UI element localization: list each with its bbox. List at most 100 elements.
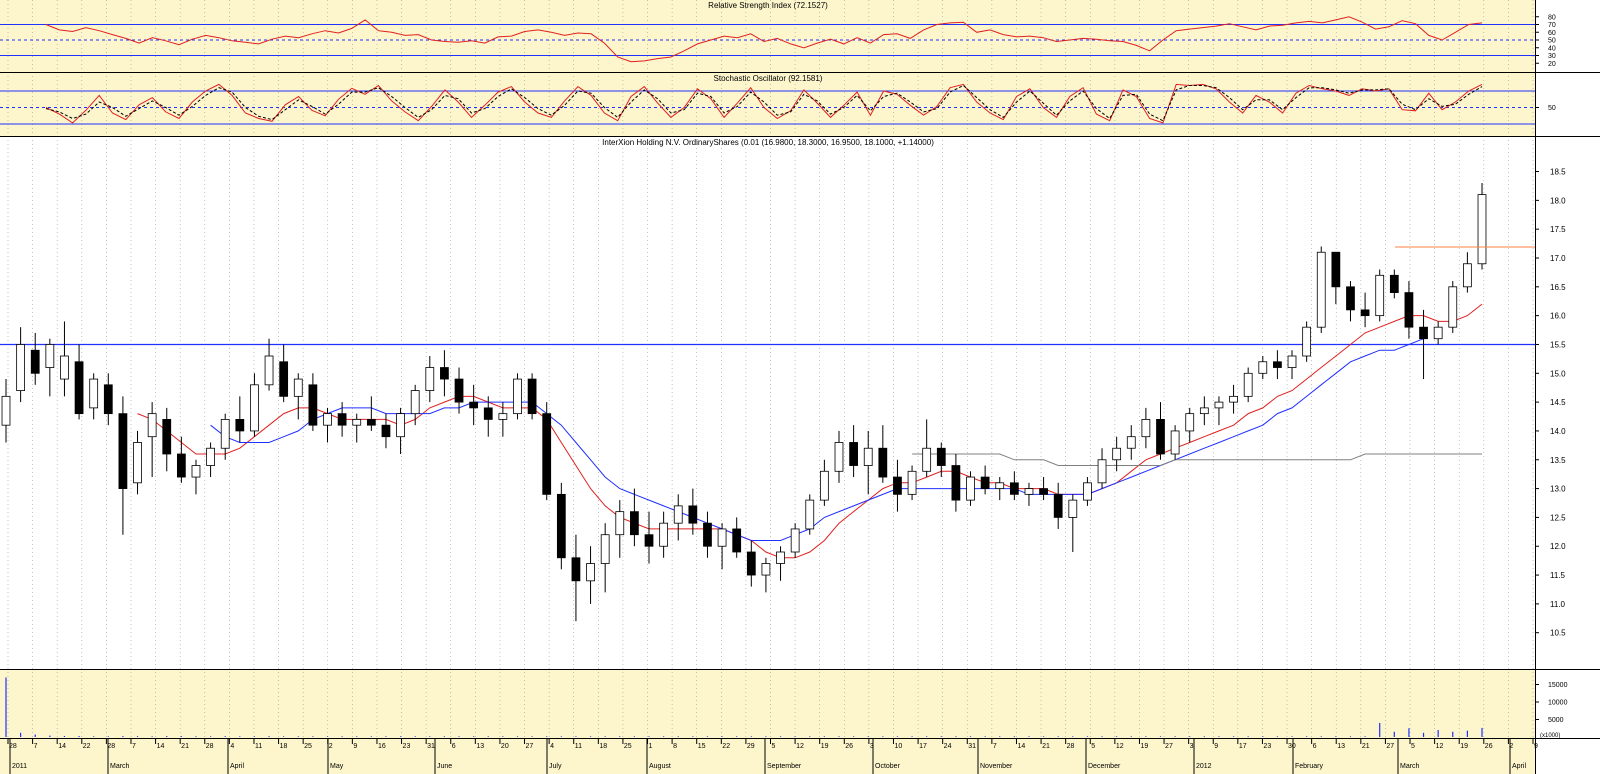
month-label: July: [549, 763, 562, 770]
date-tick-label: 13: [1337, 743, 1345, 750]
date-tick-label: 23: [1263, 743, 1271, 750]
date-tick-label: 19: [821, 743, 829, 750]
date-tick-label: 14: [1017, 743, 1025, 750]
price-axis-tick-label: 12.5: [1550, 513, 1566, 522]
price-axis-tick-label: 16.0: [1550, 312, 1566, 321]
price-title: InterXion Holding N.V. OrdinaryShares (0…: [602, 138, 934, 147]
candle: [513, 373, 522, 420]
price-axis-tick-label: 15.5: [1550, 340, 1566, 349]
rsi-axis-tick-label: 60: [1548, 30, 1556, 37]
price-axis-tick-label: 11.5: [1550, 571, 1566, 580]
date-tick-label: 23: [403, 743, 411, 750]
date-tick-label: 5: [1091, 743, 1095, 750]
date-tick-label: 18: [599, 743, 607, 750]
price-axis-tick-label: 13.0: [1550, 485, 1566, 494]
date-tick-label: 4: [550, 743, 554, 750]
candle: [1316, 246, 1326, 333]
date-tick-label: 21: [181, 743, 189, 750]
volume-axis-tick-label: 5000: [1548, 717, 1564, 724]
price-axis-tick-label: 18.0: [1550, 196, 1566, 205]
date-tick-label: 2: [329, 743, 333, 750]
date-tick-label: 27: [526, 743, 534, 750]
date-tick-label: 12: [1116, 743, 1124, 750]
month-label: June: [437, 763, 452, 770]
candle: [805, 494, 815, 535]
month-label: March: [1400, 763, 1420, 770]
month-label: May: [330, 763, 344, 770]
rsi-axis-tick-label: 30: [1548, 53, 1556, 60]
date-tick-label: 21: [1042, 743, 1050, 750]
date-tick-label: 14: [157, 743, 165, 750]
date-tick-label: 25: [624, 743, 632, 750]
volume-axis-tick-label: 10000: [1548, 700, 1568, 707]
date-tick-label: 12: [1436, 743, 1444, 750]
candle: [527, 373, 537, 420]
date-tick-label: 31: [968, 743, 976, 750]
price-axis-tick-label: 14.5: [1550, 398, 1566, 407]
price-panel-background: [0, 137, 1535, 669]
month-label: 2012: [1196, 763, 1212, 770]
chart-canvas: Relative Strength Index (72.1527) Stocha…: [0, 0, 1600, 774]
date-tick-label: 12: [796, 743, 804, 750]
month-label: November: [980, 763, 1013, 770]
date-tick-label: 20: [501, 743, 509, 750]
candle: [1375, 269, 1385, 322]
date-tick-label: 10: [894, 743, 902, 750]
date-tick-label: 28: [1067, 743, 1075, 750]
month-label: October: [875, 763, 901, 770]
date-tick-label: 21: [1362, 743, 1370, 750]
month-label: December: [1088, 763, 1121, 770]
date-tick-label: 24: [944, 743, 952, 750]
price-axis-tick-label: 12.0: [1550, 542, 1566, 551]
date-tick-label: 9: [353, 743, 357, 750]
month-label: April: [230, 763, 244, 770]
date-tick-label: 29: [747, 743, 755, 750]
date-tick-label: 16: [378, 743, 386, 750]
date-tick-label: 22: [83, 743, 91, 750]
volume-panel-background: [0, 670, 1535, 738]
date-tick-label: 17: [919, 743, 927, 750]
month-label: 2011: [12, 763, 27, 770]
month-label: February: [1295, 763, 1324, 770]
rsi-axis-tick-label: 40: [1548, 45, 1556, 52]
date-tick-label: 26: [1485, 743, 1493, 750]
rsi-axis-tick-label: 20: [1548, 61, 1556, 68]
price-axis-tick-label: 15.0: [1550, 369, 1566, 378]
date-tick-label: 14: [58, 743, 66, 750]
month-label: March: [110, 763, 130, 770]
date-tick-label: 3: [1190, 743, 1194, 750]
rsi-axis-tick-label: 80: [1548, 14, 1556, 21]
date-tick-label: 13: [476, 743, 484, 750]
date-tick-label: 7: [34, 743, 38, 750]
stochastic-title: Stochastic Oscillator (92.1581): [714, 74, 823, 83]
rsi-axis-tick-label: 50: [1548, 38, 1556, 45]
stochastic-axis-tick-label: 50: [1548, 105, 1556, 112]
date-tick-label: 11: [575, 743, 582, 750]
date-tick-label: 25: [304, 743, 312, 750]
date-tick-label: 7: [993, 743, 997, 750]
date-tick-label: 8: [673, 743, 677, 750]
candle: [1302, 321, 1312, 362]
date-tick-label: 7: [132, 743, 136, 750]
month-label: August: [649, 763, 671, 770]
price-axis-tick-label: 16.5: [1550, 283, 1566, 292]
date-tick-label: 28: [107, 743, 115, 750]
date-tick-label: 6: [1313, 743, 1317, 750]
date-tick-label: 27: [1165, 743, 1173, 750]
date-tick-label: 5: [772, 743, 776, 750]
month-label: September: [767, 763, 802, 770]
price-axis-tick-label: 14.0: [1550, 427, 1566, 436]
date-tick-label: 5: [1411, 743, 1415, 750]
price-axis-tick-label: 13.5: [1550, 456, 1566, 465]
date-tick-label: 22: [722, 743, 730, 750]
date-tick-label: 4: [230, 743, 234, 750]
date-tick-label: 19: [1140, 743, 1148, 750]
candle: [1448, 281, 1458, 333]
date-tick-label: 11: [255, 743, 262, 750]
rsi-axis-tick-label: 70: [1548, 22, 1556, 29]
date-tick-label: 26: [845, 743, 853, 750]
candle: [542, 402, 552, 501]
date-tick-label: 15: [698, 743, 706, 750]
rsi-title: Relative Strength Index (72.1527): [708, 1, 828, 10]
date-tick-label: 28: [206, 743, 214, 750]
